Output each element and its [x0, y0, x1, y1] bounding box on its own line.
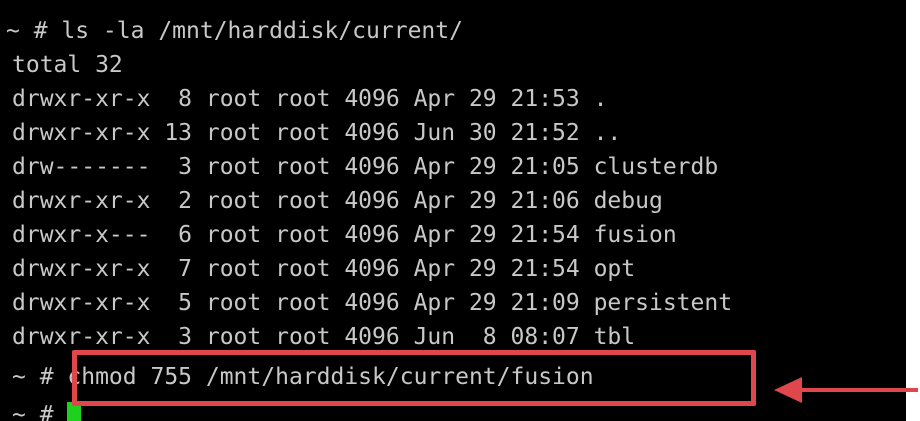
terminal-line-entry: drwxr-xr-x 2 root root 4096 Apr 29 21:06…: [12, 188, 663, 214]
highlight-box: [72, 350, 756, 406]
terminal-line-entry: drwxr-xr-x 5 root root 4096 Apr 29 21:09…: [12, 290, 733, 316]
terminal-line-entry: drwxr-xr-x 3 root root 4096 Jun 8 08:07 …: [12, 324, 636, 350]
red-arrow-icon: [774, 377, 918, 403]
prompt-text: ~ #: [12, 402, 68, 421]
terminal-line-entry: drwxr-xr-x 13 root root 4096 Jun 30 21:5…: [12, 120, 622, 146]
terminal-line-entry: drw------- 3 root root 4096 Apr 29 21:05…: [12, 154, 719, 180]
terminal-line-total: total 32: [12, 52, 123, 78]
terminal-line-entry: drwxr-xr-x 8 root root 4096 Apr 29 21:53…: [12, 86, 608, 112]
terminal-line-command: ~ # ls -la /mnt/harddisk/current/: [6, 18, 463, 44]
terminal-window[interactable]: ~ # ls -la /mnt/harddisk/current/ total …: [0, 0, 906, 421]
terminal-line-entry: drwxr-xr-x 7 root root 4096 Apr 29 21:54…: [12, 256, 636, 282]
terminal-line-entry: drwxr-x--- 6 root root 4096 Apr 29 21:54…: [12, 222, 677, 248]
terminal-prompt-line[interactable]: ~ #: [12, 398, 82, 421]
